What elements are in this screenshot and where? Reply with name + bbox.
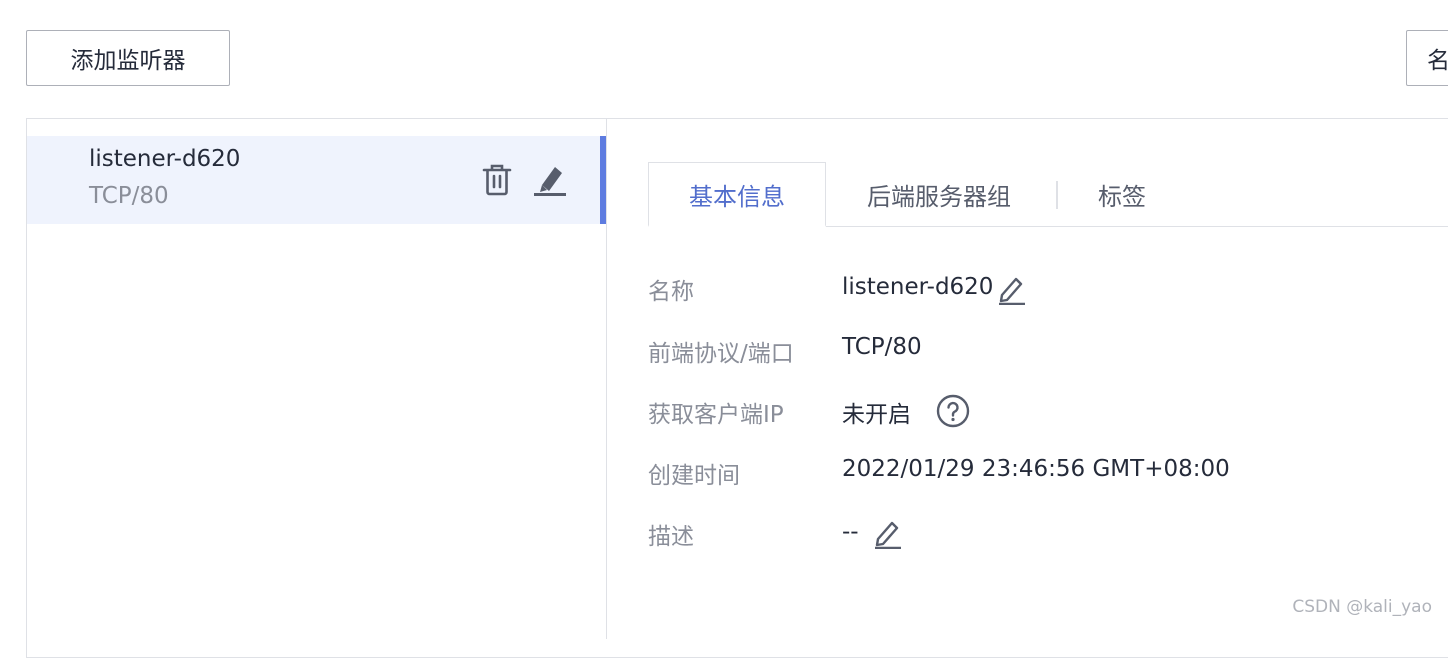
detail-tabs: 基本信息 后端服务器组 标签 <box>648 162 1448 227</box>
client-ip-label: 获取客户端IP <box>648 402 784 428</box>
created-time-value: 2022/01/29 23:46:56 GMT+08:00 <box>842 456 1230 482</box>
tab-backend-server-group[interactable]: 后端服务器组 <box>834 162 1044 226</box>
edit-listener-button[interactable] <box>532 161 568 197</box>
pencil-icon <box>875 521 901 549</box>
selected-indicator <box>600 136 606 224</box>
edit-name-button[interactable] <box>994 272 1028 306</box>
listener-protocol: TCP/80 <box>89 183 169 209</box>
tab-tags[interactable]: 标签 <box>1072 162 1172 226</box>
delete-listener-button[interactable] <box>479 162 515 198</box>
name-value: listener-d620 <box>842 274 994 300</box>
created-time-label: 创建时间 <box>648 463 740 489</box>
edit-description-button[interactable] <box>870 516 904 550</box>
frontend-protocol-label: 前端协议/端口 <box>648 341 794 367</box>
listener-list-item[interactable]: listener-d620 TCP/80 <box>27 136 606 224</box>
watermark: CSDN @kali_yao <box>1292 597 1432 617</box>
tab-basic-info[interactable]: 基本信息 <box>648 162 826 227</box>
pencil-icon <box>534 167 566 196</box>
client-ip-value: 未开启 <box>842 402 911 428</box>
tab-divider <box>1056 181 1058 209</box>
description-value: -- <box>842 519 859 545</box>
name-label: 名称 <box>648 279 694 305</box>
listener-name: listener-d620 <box>89 146 241 172</box>
pencil-icon <box>999 277 1025 305</box>
question-circle-icon <box>936 394 970 428</box>
client-ip-help-button[interactable] <box>936 394 970 428</box>
description-label: 描述 <box>648 524 694 550</box>
frontend-protocol-value: TCP/80 <box>842 334 922 360</box>
name-filter-button[interactable]: 名 <box>1406 30 1448 86</box>
listener-list: listener-d620 TCP/80 <box>27 119 607 639</box>
add-listener-button[interactable]: 添加监听器 <box>26 30 230 86</box>
trash-icon <box>482 164 512 196</box>
